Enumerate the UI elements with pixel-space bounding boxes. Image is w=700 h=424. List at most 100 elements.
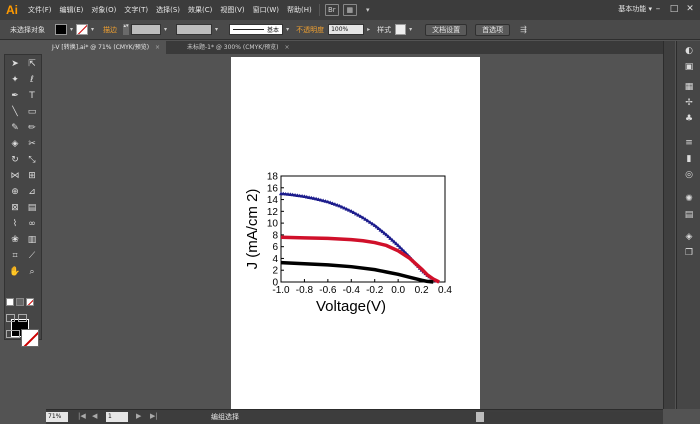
perspective-grid-tool-icon[interactable]: ⊿ <box>25 185 39 199</box>
artboards-panel-icon[interactable]: ❐ <box>682 247 696 259</box>
tab-close-icon[interactable]: × <box>285 44 290 51</box>
color-panel-icon[interactable]: ◐ <box>682 45 696 57</box>
color-guide-icon[interactable]: ▣ <box>682 61 696 73</box>
mesh-tool-icon[interactable]: ⊠ <box>8 201 22 215</box>
horizontal-scrollbar[interactable] <box>470 412 663 422</box>
menu-item[interactable]: 效果(C) <box>184 5 216 15</box>
stroke-weight-field[interactable] <box>131 24 162 35</box>
zoom-tool-icon[interactable]: ⌕ <box>25 265 39 279</box>
menu-item[interactable]: 窗口(W) <box>249 5 283 15</box>
artboard[interactable]: 0 2 4 6 8 10 12 14 16 18 -1.0 -0.8 -0.6 -0.4 -0.2 0.0 0… <box>231 57 480 409</box>
type-tool-icon[interactable]: T <box>25 89 39 103</box>
gradient-panel-icon[interactable]: ▮ <box>682 153 696 165</box>
menu-item[interactable]: 视图(V) <box>216 5 248 15</box>
variable-width-dropdown-icon[interactable]: ▾ <box>215 26 218 33</box>
eyedropper-tool-icon[interactable]: ⌇ <box>8 217 22 231</box>
tab-jv-document[interactable]: J-V [转换].ai* @ 71% (CMYK/预览) × <box>46 41 167 54</box>
jv-chart[interactable]: 024681012141618 -1.0 -0.8 -0.6 -0.4 -0.2 0.0 0… <box>231 57 480 409</box>
menu-item[interactable]: 选择(S) <box>152 5 184 15</box>
workspace-switcher[interactable]: 基本功能 ▾ <box>618 4 652 14</box>
stroke-weight-stepper[interactable]: ▴▾ <box>123 24 130 35</box>
stroke-dropdown-icon[interactable]: ▾ <box>91 26 94 33</box>
bridge-icon[interactable]: Br <box>324 4 339 16</box>
selection-tool-icon[interactable]: ➤ <box>8 57 22 71</box>
next-artboard-icon[interactable]: ▶ <box>136 412 141 420</box>
scissors-tool-icon[interactable]: ✂ <box>25 137 39 151</box>
restore-button[interactable]: □ <box>668 3 680 15</box>
arrange-docs-icon[interactable]: ▦ <box>342 4 357 16</box>
variable-width-field[interactable] <box>176 24 213 35</box>
menu-item[interactable]: 帮助(H) <box>283 5 316 15</box>
symbols-panel-icon[interactable]: ♣ <box>682 113 696 125</box>
app-logo: Ai <box>0 0 24 20</box>
first-artboard-icon[interactable]: |◀ <box>78 412 86 420</box>
preferences-button[interactable]: 首选项 <box>475 23 511 36</box>
stroke-color-box[interactable] <box>21 329 39 347</box>
stroke-swatch[interactable] <box>76 24 89 35</box>
scale-tool-icon[interactable]: ⤡ <box>25 153 39 167</box>
graphic-styles-panel-icon[interactable]: ▤ <box>682 209 696 221</box>
free-transform-tool-icon[interactable]: ⊞ <box>25 169 39 183</box>
tab-close-icon[interactable]: × <box>155 44 160 51</box>
magic-wand-tool-icon[interactable]: ✦ <box>8 73 22 87</box>
tab-untitled-document[interactable]: 未标题-1* @ 300% (CMYK/预览) × <box>181 41 296 54</box>
close-button[interactable]: ✕ <box>684 3 696 15</box>
column-graph-tool-icon[interactable]: ▥ <box>25 233 39 247</box>
gradient-tool-icon[interactable]: ▤ <box>25 201 39 215</box>
dock-collapse-strip[interactable] <box>663 41 675 409</box>
rotate-tool-icon[interactable]: ↻ <box>8 153 22 167</box>
paintbrush-tool-icon[interactable]: ✎ <box>8 121 22 135</box>
arrange-dropdown-icon[interactable]: ▾ <box>361 4 375 16</box>
stroke-label[interactable]: 描边 <box>103 25 117 35</box>
line-tool-icon[interactable]: ╲ <box>8 105 22 119</box>
blend-tool-icon[interactable]: ∞ <box>25 217 39 231</box>
width-tool-icon[interactable]: ⋈ <box>8 169 22 183</box>
pencil-tool-icon[interactable]: ✏ <box>25 121 39 135</box>
brushes-panel-icon[interactable]: ✢ <box>682 97 696 109</box>
fill-dropdown-icon[interactable]: ▾ <box>70 26 73 33</box>
document-setup-button[interactable]: 文档设置 <box>425 23 468 36</box>
menu-item[interactable]: 对象(O) <box>87 5 120 15</box>
color-mode-icon[interactable] <box>6 298 14 306</box>
canvas-area[interactable]: 0 2 4 6 8 10 12 14 16 18 -1.0 -0.8 -0.6 -0.4 -0.2 0.0 0… <box>46 54 663 409</box>
symbol-sprayer-tool-icon[interactable]: ❀ <box>8 233 22 247</box>
slice-tool-icon[interactable]: ⟋ <box>25 249 39 263</box>
screen-mode-icon[interactable] <box>6 330 20 338</box>
shape-builder-tool-icon[interactable]: ⊕ <box>8 185 22 199</box>
minimize-button[interactable]: – <box>652 3 664 15</box>
graphic-style-swatch[interactable] <box>395 24 407 35</box>
last-artboard-icon[interactable]: ▶| <box>150 412 158 420</box>
none-mode-icon[interactable] <box>26 298 34 306</box>
menu-item[interactable]: 文件(F) <box>24 5 56 15</box>
appearance-panel-icon[interactable]: ✺ <box>682 193 696 205</box>
direct-selection-tool-icon[interactable]: ⇱ <box>25 57 39 71</box>
stroke-weight-dropdown-icon[interactable]: ▾ <box>164 26 167 33</box>
brush-definition-field[interactable]: 基本 <box>229 24 284 35</box>
horizontal-scroll-thumb[interactable] <box>476 412 484 422</box>
gradient-mode-icon[interactable] <box>16 298 24 306</box>
swatches-panel-icon[interactable]: ▦ <box>682 81 696 93</box>
artboard-tool-icon[interactable]: ⌗ <box>8 249 22 263</box>
pen-tool-icon[interactable]: ✒ <box>8 89 22 103</box>
draw-normal-icon[interactable] <box>6 314 15 322</box>
graphic-style-dropdown-icon[interactable]: ▾ <box>409 26 412 33</box>
opacity-field[interactable]: 100% <box>328 24 365 35</box>
panel-options-icon[interactable]: ⇶ <box>520 25 527 34</box>
transparency-panel-icon[interactable]: ◎ <box>682 169 696 181</box>
stroke-panel-icon[interactable]: ≡ <box>682 137 696 149</box>
layers-panel-icon[interactable]: ◈ <box>682 231 696 243</box>
previous-artboard-icon[interactable]: ◀ <box>92 412 97 420</box>
rectangle-tool-icon[interactable]: ▭ <box>25 105 39 119</box>
opacity-label[interactable]: 不透明度 <box>296 25 324 35</box>
zoom-field[interactable]: 71% <box>46 412 68 422</box>
opacity-dropdown-icon[interactable]: ▸ <box>367 26 370 33</box>
artboard-number-field[interactable]: 1 <box>106 412 128 422</box>
lasso-tool-icon[interactable]: ℓ <box>25 73 39 87</box>
draw-behind-icon[interactable] <box>18 314 27 322</box>
menu-item[interactable]: 编辑(E) <box>56 5 88 15</box>
fill-swatch[interactable] <box>55 24 67 35</box>
hand-tool-icon[interactable]: ✋ <box>8 265 22 279</box>
eraser-tool-icon[interactable]: ◈ <box>8 137 22 151</box>
menu-item[interactable]: 文字(T) <box>120 5 152 15</box>
brush-dropdown-icon[interactable]: ▾ <box>286 26 289 33</box>
